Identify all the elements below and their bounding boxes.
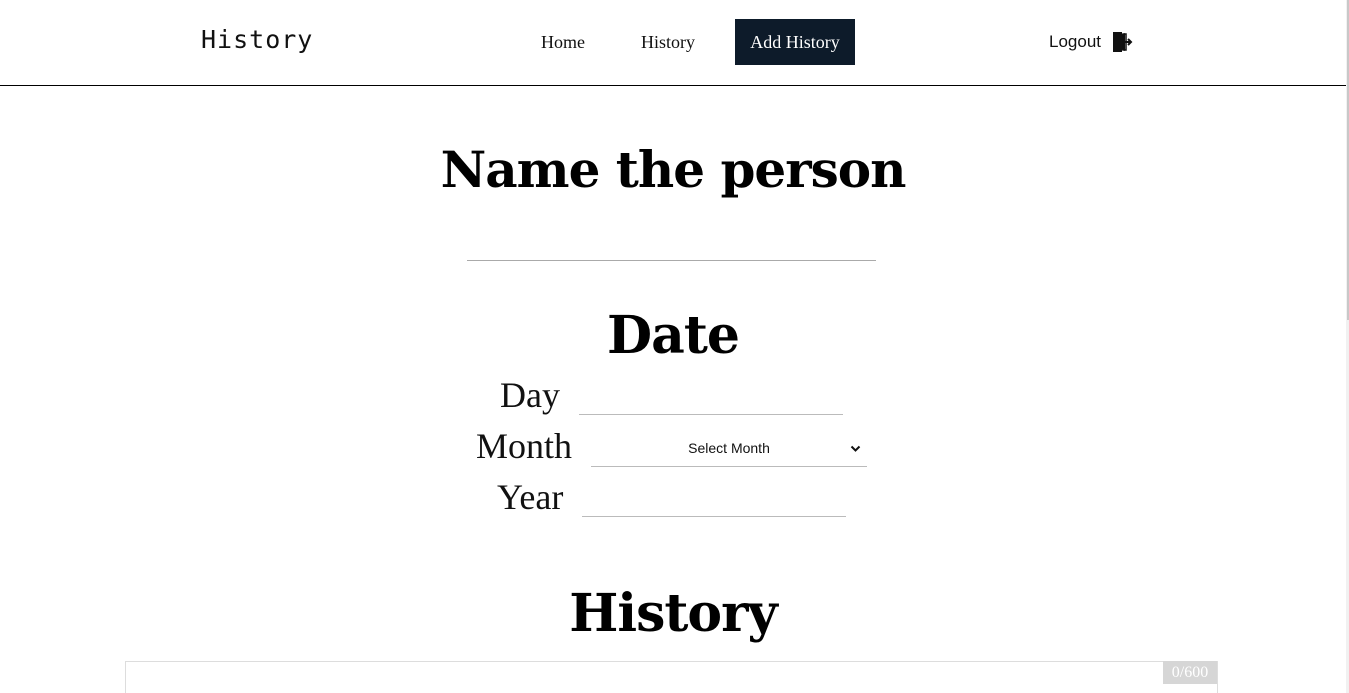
nav-link-home[interactable]: Home — [527, 19, 599, 65]
navbar: History Home History Add History Logout — [0, 0, 1346, 86]
chevron-down-icon — [850, 441, 861, 457]
nav-link-add-history[interactable]: Add History — [735, 19, 855, 65]
day-input[interactable] — [579, 383, 843, 415]
history-heading: History — [569, 583, 777, 644]
name-heading: Name the person — [440, 140, 907, 199]
logout-button[interactable]: Logout — [1049, 30, 1133, 54]
month-label: Month — [476, 426, 573, 466]
year-label: Year — [497, 477, 564, 517]
logout-label: Logout — [1049, 32, 1101, 51]
month-selected-value: Select Month — [688, 439, 770, 456]
person-name-input[interactable] — [467, 228, 876, 261]
month-select[interactable]: Select Month — [591, 429, 867, 467]
year-input[interactable] — [582, 485, 846, 517]
history-textarea[interactable] — [125, 661, 1218, 693]
char-counter: 0/600 — [1163, 661, 1217, 684]
day-label: Day — [500, 375, 560, 415]
logout-icon — [1111, 31, 1133, 53]
brand-logo[interactable]: History — [201, 25, 313, 54]
nav-link-history[interactable]: History — [628, 19, 708, 65]
date-heading: Date — [607, 305, 740, 366]
